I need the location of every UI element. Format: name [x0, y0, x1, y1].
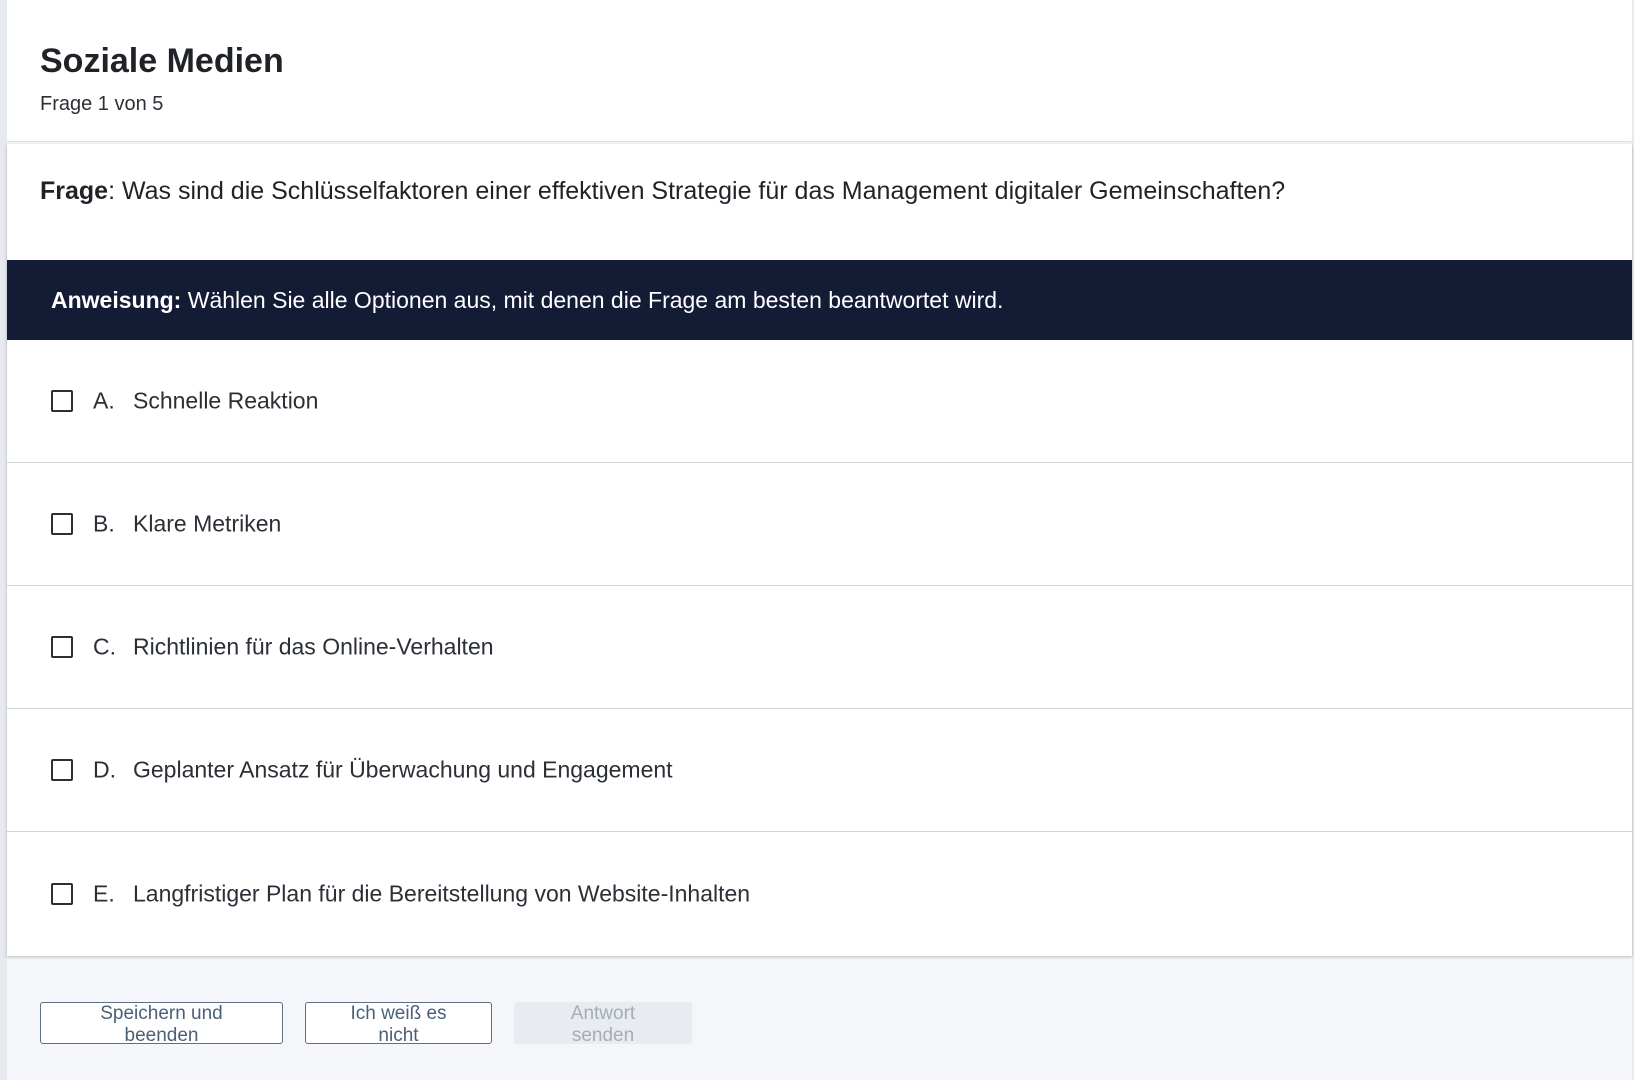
action-bar: Speichern und beenden Ich weiß es nicht … [40, 1002, 692, 1046]
option-letter: E. [93, 880, 115, 906]
quiz-page: Soziale Medien Frage 1 von 5 Frage: Was … [0, 0, 1634, 1080]
submit-answer-button[interactable]: Antwort senden [514, 1002, 692, 1046]
dont-know-button[interactable]: Ich weiß es nicht [305, 1002, 492, 1046]
option-label: Richtlinien für das Online-Verhalten [133, 633, 494, 660]
checkbox-c[interactable] [51, 636, 73, 658]
checkbox-a[interactable] [51, 390, 73, 412]
question-text: Frage: Was sind die Schlüsselfaktoren ei… [40, 174, 1612, 208]
question-label: Frage [40, 177, 109, 205]
instruction-label: Anweisung: [51, 287, 182, 313]
option-label: Klare Metriken [133, 510, 282, 537]
option-label: Schnelle Reaktion [133, 387, 319, 414]
option-b[interactable]: B. Klare Metriken [7, 463, 1632, 586]
question-card: Frage: Was sind die Schlüsselfaktoren ei… [7, 144, 1632, 956]
question-progress: Frage 1 von 5 [40, 93, 164, 115]
option-letter: B. [93, 510, 115, 537]
instruction-text: Wählen Sie alle Optionen aus, mit denen … [181, 287, 1004, 313]
instruction-banner: Anweisung: Wählen Sie alle Optionen aus,… [7, 260, 1632, 340]
option-letter: C. [93, 633, 116, 660]
page-header: Soziale Medien Frage 1 von 5 [7, 0, 1632, 142]
checkbox-d[interactable] [51, 759, 73, 781]
question-body: : Was sind die Schlüsselfaktoren einer e… [108, 177, 1286, 205]
option-d[interactable]: D. Geplanter Ansatz für Überwachung und … [7, 709, 1632, 832]
option-label: Langfristiger Plan für die Bereitstellun… [133, 880, 751, 906]
option-letter: D. [93, 756, 116, 783]
checkbox-b[interactable] [51, 513, 73, 535]
option-label: Geplanter Ansatz für Überwachung und Eng… [133, 756, 673, 783]
option-e[interactable]: E. Langfristiger Plan für die Bereitstel… [7, 832, 1632, 955]
option-a[interactable]: A. Schnelle Reaktion [7, 340, 1632, 463]
page-title: Soziale Medien [40, 42, 284, 80]
option-c[interactable]: C. Richtlinien für das Online-Verhalten [7, 586, 1632, 709]
option-letter: A. [93, 387, 115, 414]
checkbox-e[interactable] [51, 882, 73, 905]
answer-options: A. Schnelle Reaktion B. Klare Metriken C… [7, 340, 1632, 955]
save-and-exit-button[interactable]: Speichern und beenden [40, 1002, 283, 1046]
